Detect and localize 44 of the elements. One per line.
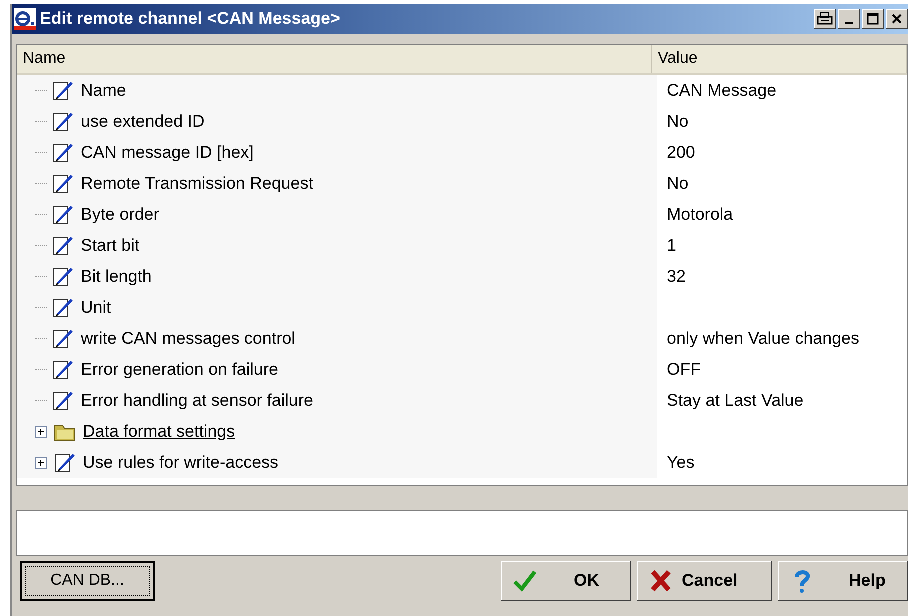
property-value: 200 [667, 142, 696, 162]
expand-icon[interactable] [35, 456, 47, 468]
property-value: Motorola [667, 204, 734, 224]
property-name: write CAN messages control [81, 328, 296, 348]
cancel-button[interactable]: Cancel [637, 561, 772, 601]
property-value: 1 [667, 236, 676, 254]
property-name: Start bit [81, 236, 140, 256]
column-header[interactable]: Name [17, 45, 652, 73]
property-value: only when Value changes [667, 328, 860, 348]
property-name: Error handling at sensor failure [81, 390, 314, 410]
maximize-icon [867, 13, 879, 25]
property-name: Use rules for write-access [83, 452, 279, 472]
close-button[interactable] [886, 9, 908, 29]
maximize-button[interactable] [862, 9, 884, 29]
property-value: No [667, 112, 689, 130]
property-value: Stay at Last Value [667, 390, 804, 410]
property-name: Bit length [81, 266, 152, 286]
can-db-button[interactable]: CAN DB... [20, 561, 155, 601]
print-button[interactable] [814, 9, 836, 29]
window-title: Edit remote channel <CAN Message> [40, 9, 342, 29]
check-icon [512, 568, 538, 594]
property-name: Remote Transmission Request [81, 174, 314, 194]
property-name: Error generation on failure [81, 360, 279, 380]
ok-button[interactable]: OK [501, 561, 631, 601]
close-icon [891, 13, 903, 25]
property-name: Unit [81, 298, 112, 318]
property-value: Yes [667, 452, 695, 472]
minimize-button[interactable] [838, 9, 860, 29]
property-value: OFF [667, 360, 701, 378]
property-value: CAN Message [667, 80, 777, 100]
help-button[interactable]: Help [778, 561, 908, 601]
property-name: Byte order [81, 204, 160, 224]
minimize-icon [845, 22, 853, 24]
expand-icon[interactable] [35, 426, 47, 438]
property-name: use extended ID [81, 112, 205, 132]
property-value: No [667, 174, 689, 192]
property-name: CAN message ID [hex] [81, 142, 254, 162]
property-name: Name [81, 80, 126, 100]
column-header[interactable]: Value [652, 45, 907, 73]
property-value: 32 [667, 266, 686, 286]
app-logo-icon [14, 8, 36, 30]
x-icon [648, 568, 674, 594]
printer-icon [817, 12, 833, 26]
group-link[interactable]: Data format settings [83, 422, 236, 442]
